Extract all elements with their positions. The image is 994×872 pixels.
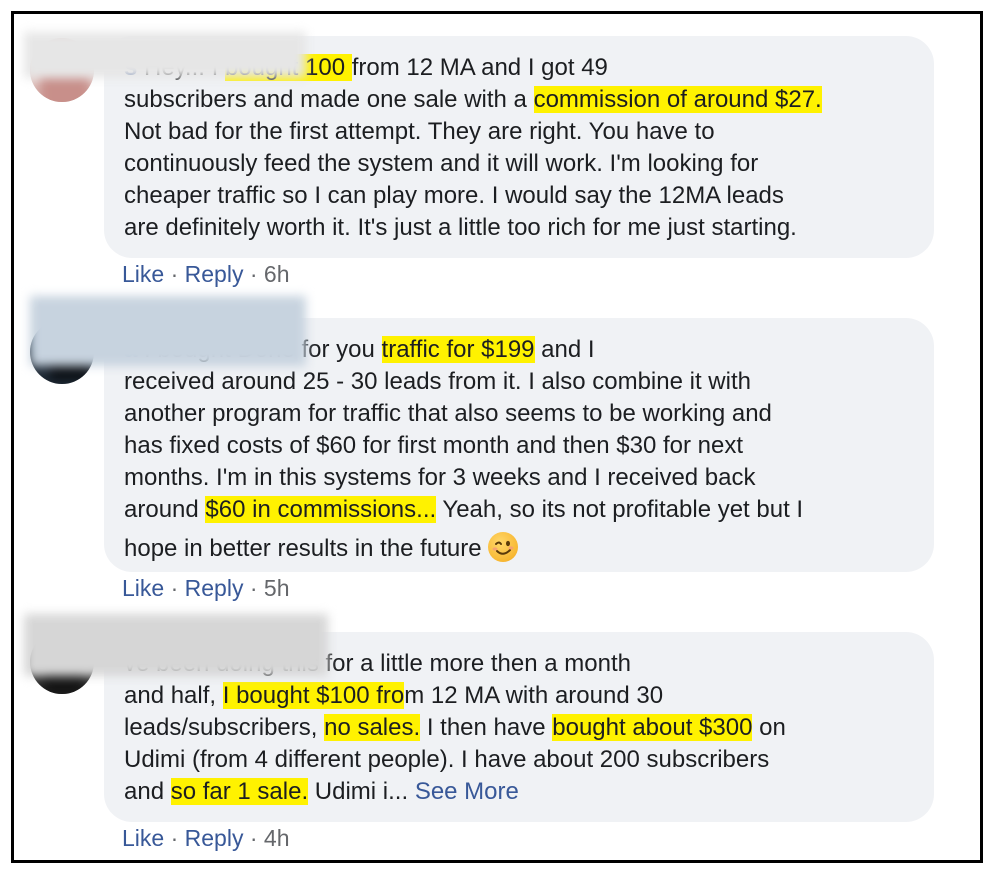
comment-text-segment: and I bbox=[534, 336, 595, 363]
separator: · bbox=[164, 261, 185, 287]
reply-link[interactable]: Reply bbox=[185, 261, 244, 287]
redacted-name bbox=[24, 614, 328, 676]
reply-link[interactable]: Reply bbox=[185, 575, 244, 601]
highlighted-text: traffic for $199 bbox=[381, 336, 535, 363]
like-link[interactable]: Like bbox=[122, 575, 164, 601]
timestamp[interactable]: 4h bbox=[264, 825, 290, 851]
comment-text-segment: continuously feed the system and it will… bbox=[124, 150, 759, 177]
comment-line: received around 25 - 30 leads from it. I… bbox=[124, 366, 918, 398]
comment-text-segment: and half, bbox=[124, 682, 223, 709]
timestamp[interactable]: 6h bbox=[264, 261, 290, 287]
separator: · bbox=[243, 825, 264, 851]
comment-text-segment: subscribers and made one sale with a bbox=[124, 86, 534, 113]
comment-text-segment: has fixed costs of $60 for first month a… bbox=[124, 432, 744, 459]
comment-text-segment: I then have bbox=[420, 714, 553, 741]
comment-text-segment: months. I'm in this systems for 3 weeks … bbox=[124, 464, 756, 491]
comment-text-segment: on bbox=[752, 714, 786, 741]
like-link[interactable]: Like bbox=[122, 261, 164, 287]
highlighted-text: $60 in commissions... bbox=[205, 496, 437, 523]
see-more-link[interactable]: See More bbox=[415, 778, 519, 805]
comment-text-segment: and bbox=[124, 778, 171, 805]
comment-text-segment: from 12 MA and I got 49 bbox=[351, 54, 608, 81]
comment-actions: Like · Reply · 6h bbox=[122, 261, 290, 288]
timestamp[interactable]: 5h bbox=[264, 575, 290, 601]
separator: · bbox=[243, 261, 264, 287]
comment-line: around $60 in commissions... Yeah, so it… bbox=[124, 494, 918, 526]
comment-actions: Like · Reply · 5h bbox=[122, 575, 290, 602]
comment-line: and half, I bought $100 from 12 MA with … bbox=[124, 680, 918, 712]
comment-line: another program for traffic that also se… bbox=[124, 398, 918, 430]
reply-link[interactable]: Reply bbox=[185, 825, 244, 851]
highlighted-text: so far 1 sale. bbox=[170, 778, 309, 805]
comment-text-segment: around bbox=[124, 496, 206, 523]
comment-text-segment: another program for traffic that also se… bbox=[124, 400, 772, 427]
comment-line: leads/subscribers, no sales. I then have… bbox=[124, 712, 918, 744]
comment-line: are definitely worth it. It's just a lit… bbox=[124, 212, 918, 244]
comment-line: and so far 1 sale. Udimi i... See More bbox=[124, 776, 918, 808]
redacted-name bbox=[24, 32, 306, 78]
separator: · bbox=[164, 825, 185, 851]
comment-text-segment: are definitely worth it. It's just a lit… bbox=[124, 214, 797, 241]
separator: · bbox=[243, 575, 264, 601]
highlighted-text: I bought $100 fro bbox=[222, 682, 405, 709]
comment-line: months. I'm in this systems for 3 weeks … bbox=[124, 462, 918, 494]
redacted-name bbox=[30, 296, 306, 366]
comment-line: Udimi (from 4 different people). I have … bbox=[124, 744, 918, 776]
comment-line: Not bad for the first attempt. They are … bbox=[124, 116, 918, 148]
comment-text: a I bought Done for you traffic for $199… bbox=[124, 334, 918, 562]
comment-text: s Hey... I bought 100 from 12 MA and I g… bbox=[124, 52, 918, 244]
comment-text-segment: Not bad for the first attempt. They are … bbox=[124, 118, 715, 145]
comment-line: cheaper traffic so I can play more. I wo… bbox=[124, 180, 918, 212]
like-link[interactable]: Like bbox=[122, 825, 164, 851]
comment-text-segment: Udimi (from 4 different people). I have … bbox=[124, 746, 770, 773]
comment-line: hope in better results in the future bbox=[124, 526, 918, 562]
comment-text-segment: Yeah, so its not profitable yet but I bbox=[436, 496, 804, 523]
comment-text-segment: Udimi i... bbox=[308, 778, 415, 805]
comment-text-segment: hope in better results in the future bbox=[124, 535, 482, 562]
comment-text-segment: m 12 MA with around 30 bbox=[404, 682, 664, 709]
highlighted-text: no sales. bbox=[324, 714, 421, 741]
separator: · bbox=[164, 575, 185, 601]
comment-actions: Like · Reply · 4h bbox=[122, 825, 290, 852]
winking-face-icon bbox=[487, 532, 518, 562]
comment-line: subscribers and made one sale with a com… bbox=[124, 84, 918, 116]
comment-text-segment: cheaper traffic so I can play more. I wo… bbox=[124, 182, 784, 209]
screenshot-frame: s Hey... I bought 100 from 12 MA and I g… bbox=[11, 11, 983, 863]
comment-line: continuously feed the system and it will… bbox=[124, 148, 918, 180]
comment-line: has fixed costs of $60 for first month a… bbox=[124, 430, 918, 462]
comment-text-segment: leads/subscribers, bbox=[124, 714, 325, 741]
highlighted-text: bought about $300 bbox=[552, 714, 753, 741]
comment-text-segment: received around 25 - 30 leads from it. I… bbox=[124, 368, 751, 395]
highlighted-text: commission of around $27. bbox=[533, 86, 822, 113]
